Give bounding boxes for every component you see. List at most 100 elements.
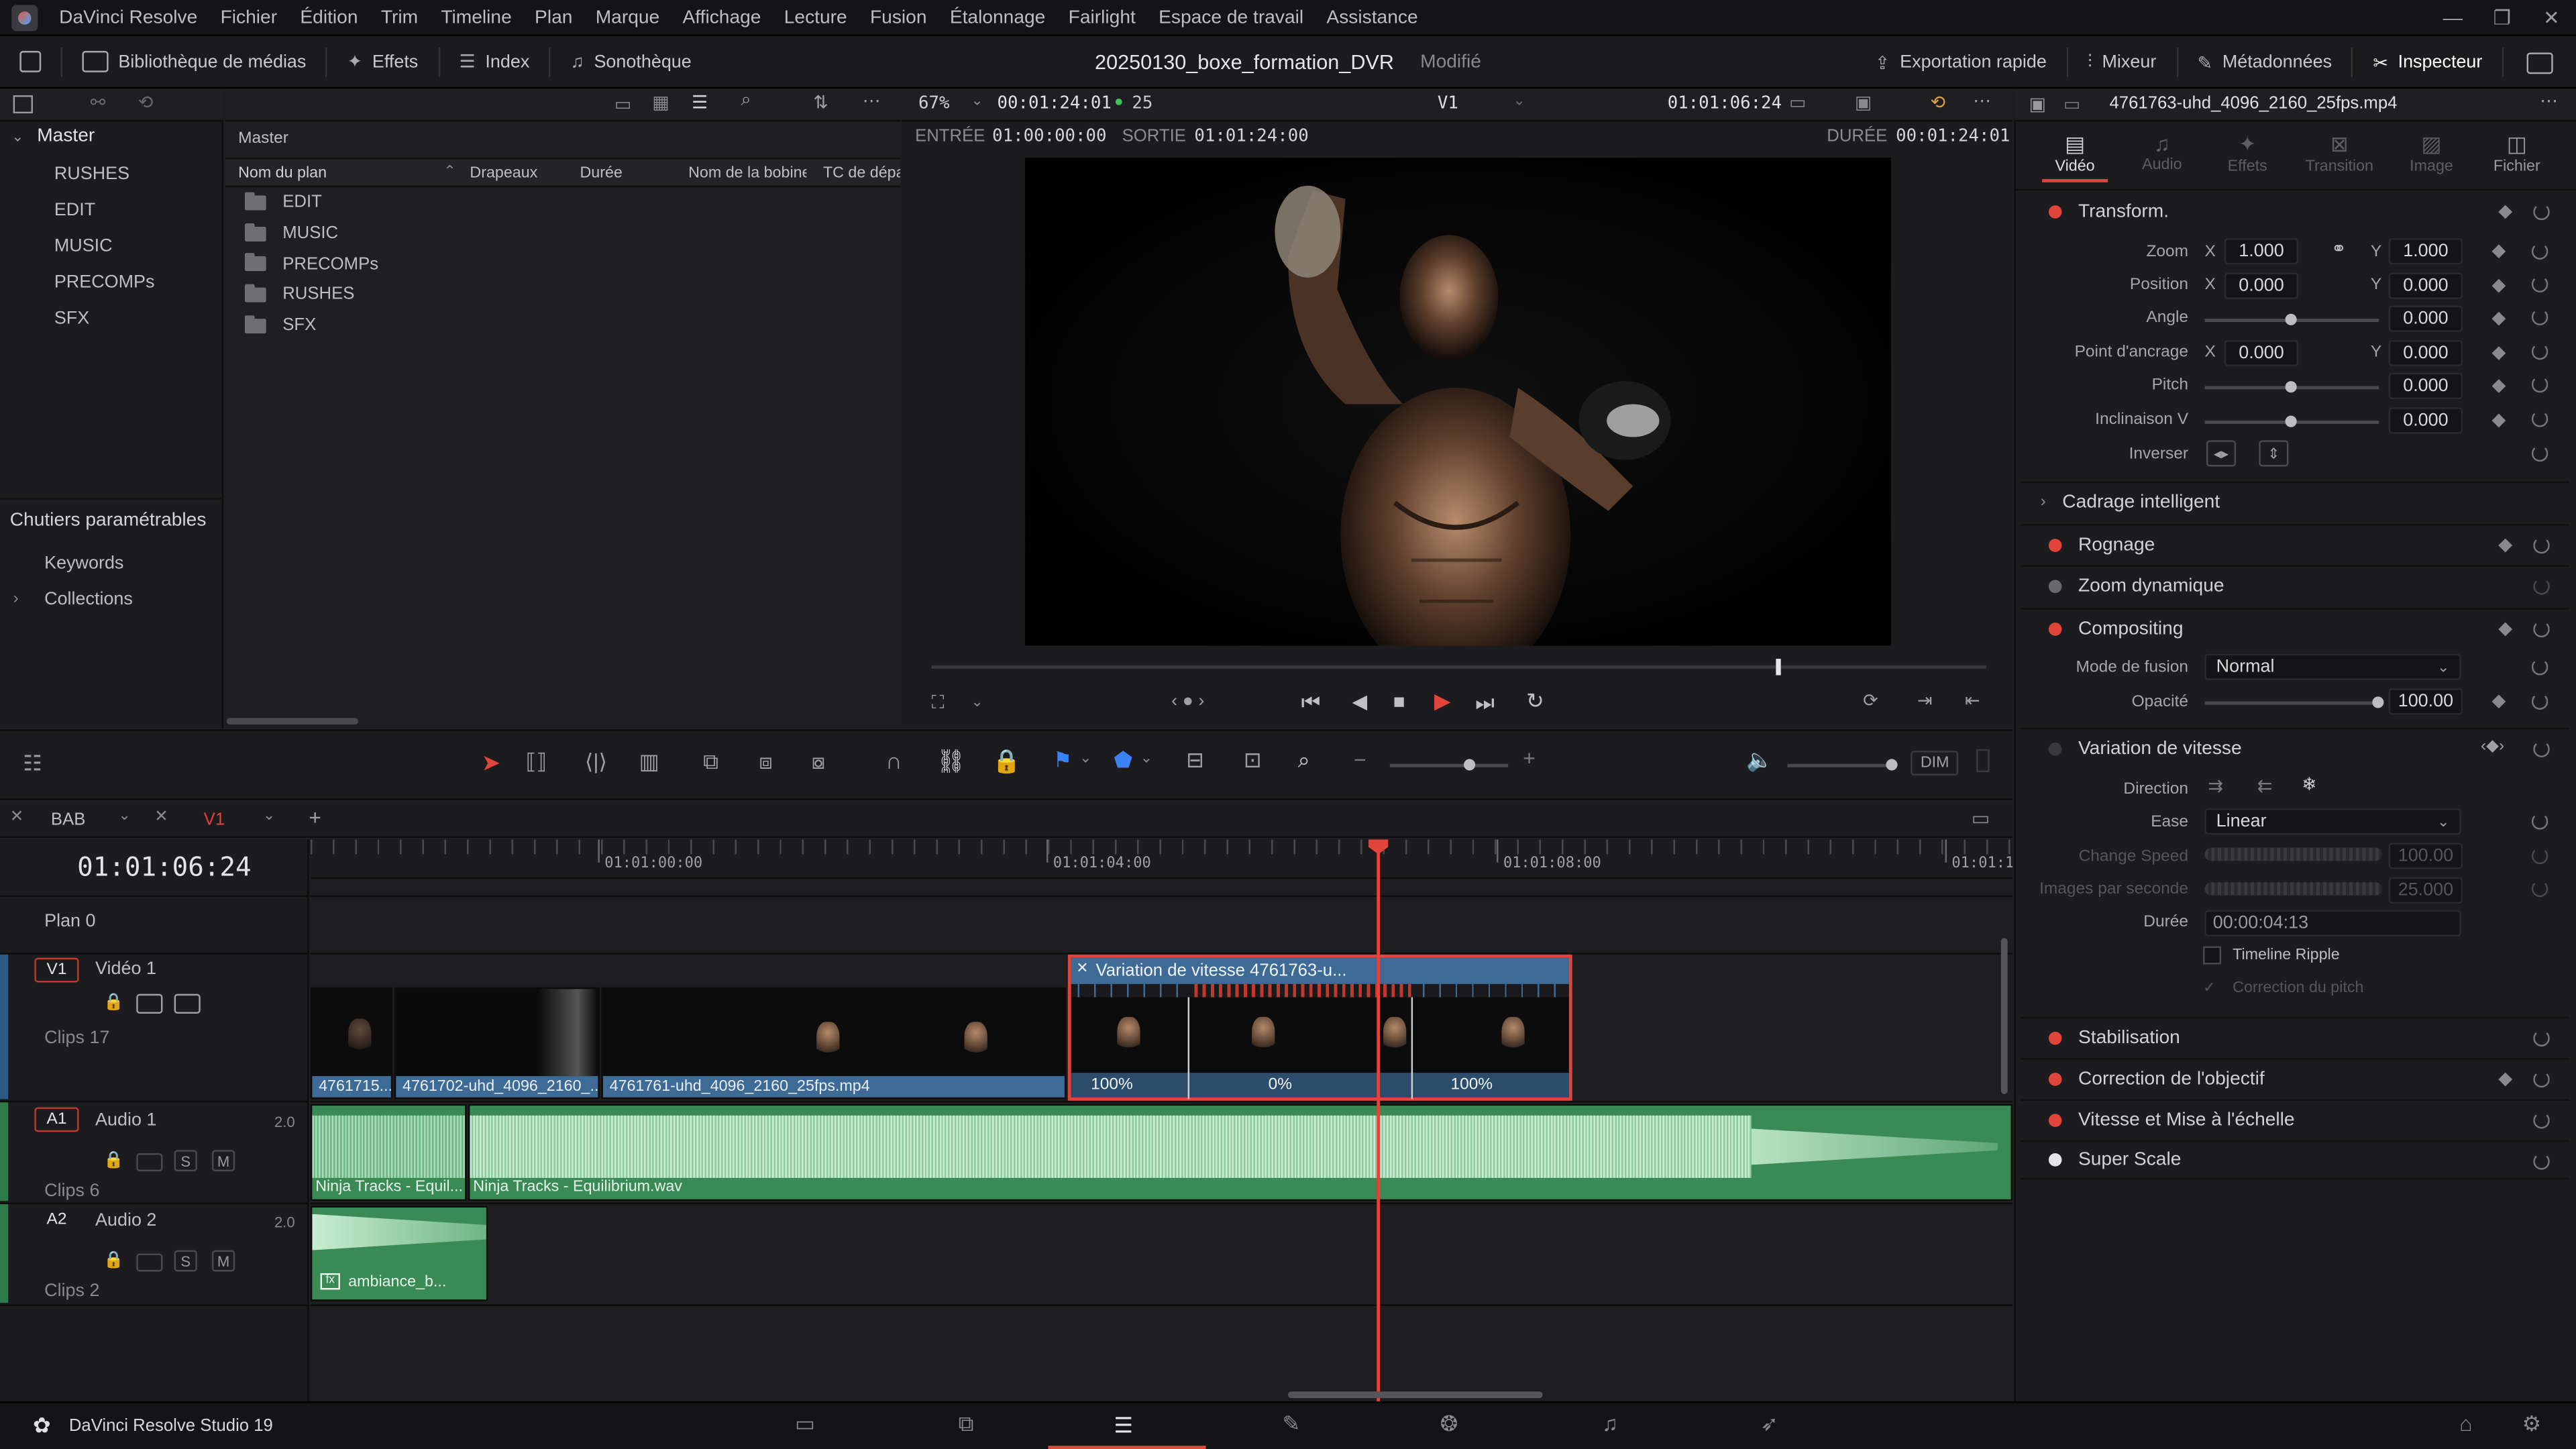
go-to-start-icon[interactable]: ⏮ xyxy=(1301,690,1321,716)
menu-plan[interactable]: Plan xyxy=(523,7,584,27)
close-speed-icon[interactable]: ✕ xyxy=(1076,959,1088,977)
trim-tool-icon[interactable]: ⟦⟧ xyxy=(526,749,547,775)
zoom-y-field[interactable]: 1.000 xyxy=(2388,238,2463,265)
viewer-track[interactable]: V1 xyxy=(1438,94,1458,113)
reset-icon[interactable] xyxy=(2531,880,2548,898)
viewer-options-icon[interactable]: ▭ xyxy=(1789,92,1806,113)
auto-select-icon[interactable] xyxy=(136,994,163,1014)
speed-segment-1[interactable]: 100% xyxy=(1091,1076,1133,1094)
reset-icon[interactable] xyxy=(2531,659,2548,676)
reset-icon[interactable] xyxy=(2533,1030,2550,1047)
anchor-y-field[interactable]: 0.000 xyxy=(2388,339,2463,367)
viewer-layout-icon[interactable]: ▣ xyxy=(1855,92,1872,113)
speed-point-handle[interactable] xyxy=(1187,997,1190,1099)
close-icon[interactable]: ✕ xyxy=(10,808,24,826)
enable-toggle[interactable] xyxy=(2048,1030,2062,1044)
zoom-out-icon[interactable]: − xyxy=(1354,747,1366,772)
position-x-field[interactable]: 0.000 xyxy=(2224,272,2299,299)
tab-image[interactable]: ▨ Image xyxy=(2385,131,2477,176)
mute-button[interactable]: M xyxy=(211,1150,235,1172)
col-reel[interactable]: Nom de la bobine xyxy=(688,164,806,182)
fps-field[interactable]: 25.000 xyxy=(2388,877,2463,904)
tab-audio[interactable]: ♫ Audio xyxy=(2116,131,2208,174)
speed-point-handle[interactable] xyxy=(1411,997,1413,1099)
reset-icon[interactable] xyxy=(2533,1071,2550,1088)
view-thumbnail-icon[interactable]: ▭ xyxy=(614,94,631,115)
reset-icon[interactable] xyxy=(2531,343,2548,360)
tab-file[interactable]: ◫ Fichier xyxy=(2471,131,2563,176)
reset-icon[interactable] xyxy=(2531,813,2548,830)
menu-workspace[interactable]: Espace de travail xyxy=(1147,7,1315,27)
reset-icon[interactable] xyxy=(2533,203,2550,221)
opacity-slider[interactable] xyxy=(2204,696,2384,708)
menu-marque[interactable]: Marque xyxy=(584,7,672,27)
forward-icon[interactable]: ⇉ xyxy=(2208,775,2223,796)
sound-library-button[interactable]: ♫ Sonothèque xyxy=(551,36,711,88)
solo-button[interactable]: S xyxy=(174,1250,197,1272)
reset-icon[interactable] xyxy=(2531,445,2548,462)
media-page-icon[interactable]: ▭ xyxy=(792,1412,818,1436)
chevron-right-icon[interactable]: › xyxy=(13,590,19,608)
timeline-area[interactable]: 01:01:00:00 01:01:04:00 01:01:08:00 01:0… xyxy=(310,839,2013,1401)
zoom-custom-icon[interactable]: ⌕ xyxy=(1298,747,1310,773)
stop-icon[interactable]: ■ xyxy=(1393,690,1405,713)
loop-icon[interactable]: ↻ xyxy=(1526,688,1544,714)
video-clip[interactable]: 4761761-uhd_4096_2160_25fps.mp4 xyxy=(601,987,1067,1099)
enable-toggle[interactable] xyxy=(2048,579,2062,592)
reset-icon[interactable] xyxy=(2531,847,2548,865)
enable-toggle[interactable] xyxy=(2048,1113,2062,1126)
chevron-down-icon[interactable]: ⌄ xyxy=(1513,92,1525,110)
chevron-down-icon[interactable]: ⌄ xyxy=(971,92,983,110)
tab-video[interactable]: ▤ Vidéo xyxy=(2029,131,2121,182)
bin-item-music[interactable]: MUSIC xyxy=(54,237,113,256)
search-icon[interactable]: ⌕ xyxy=(741,91,751,112)
enable-toggle[interactable] xyxy=(2048,741,2062,755)
reset-icon[interactable] xyxy=(2531,243,2548,260)
chevron-down-icon[interactable]: ⌄ xyxy=(263,806,275,824)
more-options-icon[interactable]: ⋯ xyxy=(2540,91,2558,111)
match-frame-icon[interactable]: ⟳ xyxy=(1863,690,1878,711)
pitch-field[interactable]: 0.000 xyxy=(2388,372,2463,400)
dynamic-trim-icon[interactable]: ⟨|⟩ xyxy=(585,749,607,775)
reset-icon[interactable] xyxy=(2533,621,2550,638)
audio-clip[interactable]: Ninja Tracks - Equil... xyxy=(310,1104,467,1201)
reset-icon[interactable] xyxy=(2531,276,2548,292)
media-pool-scrollbar[interactable] xyxy=(226,718,358,725)
sync-icon[interactable]: ⟲ xyxy=(1931,92,1946,113)
fairlight-page-icon[interactable]: ♫ xyxy=(1597,1412,1623,1436)
folder-music[interactable]: MUSIC xyxy=(225,218,901,249)
track-tag-a2[interactable]: A2 xyxy=(34,1209,78,1234)
prev-edit-icon[interactable]: ⇤ xyxy=(1965,690,1980,711)
chevron-down-icon[interactable]: ⌄ xyxy=(971,693,983,711)
folder-sfx[interactable]: SFX xyxy=(225,310,901,341)
close-icon[interactable]: ✕ xyxy=(154,808,168,826)
bin-item-precomps[interactable]: PRECOMPs xyxy=(54,273,155,292)
more-options-icon[interactable]: ⋯ xyxy=(1973,91,1991,111)
cut-page-icon[interactable]: ⧉ xyxy=(953,1412,979,1436)
inspector-button[interactable]: ✂ Inspecteur xyxy=(2353,36,2502,89)
timeline-tab-v1[interactable]: V1 xyxy=(204,810,225,829)
reverse-icon[interactable]: ⇇ xyxy=(2257,775,2273,796)
audio-clip[interactable]: Ninja Tracks - Equilibrium.wav xyxy=(468,1104,2013,1201)
opacity-field[interactable]: 100.00 xyxy=(2388,688,2463,715)
flip-vertical-icon[interactable]: ⇕ xyxy=(2259,440,2289,467)
ease-select[interactable]: Linear ⌄ xyxy=(2204,808,2461,835)
menu-affichage[interactable]: Affichage xyxy=(671,7,772,27)
menu-edition[interactable]: Édition xyxy=(288,7,369,27)
flag-icon[interactable]: ⚑ xyxy=(1053,747,1073,773)
change-speed-slider[interactable] xyxy=(2204,847,2383,861)
yaw-slider[interactable] xyxy=(2204,415,2379,427)
viewer-playhead[interactable] xyxy=(1775,659,1780,676)
more-options-icon[interactable]: ⋯ xyxy=(863,91,881,111)
ripple-checkbox[interactable] xyxy=(2203,946,2222,965)
edit-page-tab[interactable]: ☰ xyxy=(1048,1403,1206,1449)
bin-item-sfx[interactable]: SFX xyxy=(54,309,89,328)
view-grid-icon[interactable]: ▦ xyxy=(652,92,669,113)
prev-frame-jog-icon[interactable]: ‹ ● › xyxy=(1171,692,1204,711)
section-dynamic-zoom[interactable]: Zoom dynamique xyxy=(2021,565,2570,604)
menu-fichier[interactable]: Fichier xyxy=(209,7,288,27)
timeline-vscrollbar[interactable] xyxy=(2000,938,2008,1095)
speed-segment-2[interactable]: 0% xyxy=(1269,1076,1292,1094)
close-icon[interactable]: ✕ xyxy=(2527,6,2576,29)
timeline-tab-bab[interactable]: BAB xyxy=(51,810,85,829)
